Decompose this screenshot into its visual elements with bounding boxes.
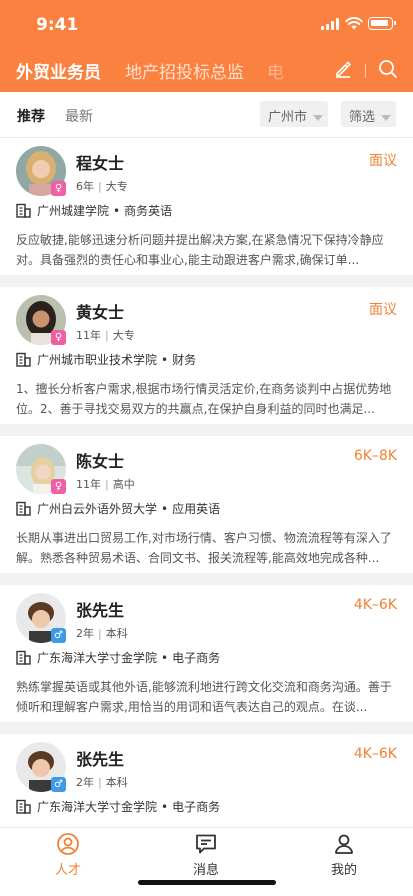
- candidate-description: 长期从事进出口贸易工作,对市场行情、客户习惯、物流流程等有深入了解。熟悉各种贸易…: [16, 531, 392, 565]
- school-name: 广州城市职业技术学院: [37, 353, 158, 367]
- school-name: 广州城建学院: [37, 204, 110, 218]
- candidate-meta: 2年 | 本科: [76, 776, 128, 789]
- school-name: 广州白云外语外贸大学: [37, 502, 158, 516]
- candidate-card[interactable]: ♀ 程女士 面议 6年 | 大专 广州城建学院 • 商务英语 反应敏捷,能够迅速分析问题…: [0, 138, 413, 275]
- edit-icon[interactable]: [334, 60, 352, 78]
- bottom-tab-bar: 人才 消息 我的: [0, 827, 413, 896]
- experience-years: 2年: [76, 776, 94, 789]
- school-row: 广东海洋大学寸金学院 • 电子商务: [16, 798, 220, 815]
- candidate-name: 程女士: [76, 154, 125, 173]
- tab-profile[interactable]: 我的: [314, 832, 374, 878]
- tab-messages-label: 消息: [192, 863, 219, 878]
- tab-fade-overlay: [250, 52, 320, 88]
- experience-years: 2年: [76, 627, 94, 640]
- candidate-card[interactable]: ♀ 陈女士 6K–8K 11年 | 高中 广州白云外语外贸大学 • 应用英语 长期从事进…: [0, 436, 413, 573]
- status-bar: 9:41: [0, 0, 413, 50]
- caret-down-icon: [313, 114, 324, 121]
- search-icon[interactable]: [378, 59, 398, 79]
- tab-talent-label: 人才: [54, 863, 81, 878]
- education-level: 高中: [112, 478, 135, 491]
- tab-talent[interactable]: 人才: [38, 832, 98, 878]
- caret-down-icon: [381, 114, 392, 121]
- school-row: 广东海洋大学寸金学院 • 电子商务: [16, 649, 220, 666]
- building-icon: [16, 650, 31, 665]
- candidate-name: 黄女士: [76, 303, 125, 322]
- city-label: 广州市: [268, 110, 308, 125]
- salary-label: 6K–8K: [353, 448, 397, 464]
- tab-profile-label: 我的: [330, 863, 357, 878]
- school-name: 广东海洋大学寸金学院: [37, 800, 158, 814]
- filter-label: 筛选: [349, 110, 376, 125]
- candidate-card[interactable]: ♂ 张先生 4K–6K 2年 | 本科 广东海洋大学寸金学院 • 电子商务 熟练掌握英语…: [0, 585, 413, 722]
- tab-messages[interactable]: 消息: [176, 832, 236, 878]
- female-icon: ♀: [51, 330, 66, 345]
- city-dropdown[interactable]: 广州市: [260, 101, 328, 127]
- female-icon: ♀: [51, 479, 66, 494]
- female-icon: ♀: [51, 181, 66, 196]
- candidate-card[interactable]: ♀ 黄女士 面议 11年 | 大专 广州城市职业技术学院 • 财务 1、擅长分析客户需求…: [0, 287, 413, 424]
- education-level: 本科: [105, 627, 128, 640]
- tab-job-1[interactable]: 地产招投标总监: [125, 58, 244, 83]
- candidate-meta: 2年 | 本科: [76, 627, 128, 640]
- filter-bar: 推荐 最新 广州市 筛选: [0, 92, 413, 138]
- candidate-meta: 11年 | 高中: [76, 478, 135, 491]
- building-icon: [16, 501, 31, 516]
- male-icon: ♂: [51, 777, 66, 792]
- building-icon: [16, 799, 31, 814]
- education-level: 大专: [112, 329, 135, 342]
- major-name: 电子商务: [172, 651, 221, 665]
- signal-icon: [321, 18, 339, 30]
- candidate-name: 张先生: [76, 601, 125, 620]
- filter-dropdown[interactable]: 筛选: [341, 101, 396, 127]
- major-name: 财务: [172, 353, 197, 367]
- candidate-description: 反应敏捷,能够迅速分析问题并提出解决方案,在紧急情况下保持冷静应对。具备强烈的责…: [16, 233, 384, 267]
- candidate-meta: 6年 | 大专: [76, 180, 128, 193]
- experience-years: 11年: [76, 478, 101, 491]
- candidate-name: 张先生: [76, 750, 125, 769]
- experience-years: 11年: [76, 329, 101, 342]
- wifi-icon: [345, 17, 363, 30]
- profile-icon: [335, 834, 353, 854]
- experience-years: 6年: [76, 180, 94, 193]
- candidate-meta: 11年 | 大专: [76, 329, 135, 342]
- school-row: 广州白云外语外贸大学 • 应用英语: [16, 500, 220, 517]
- job-tab-bar: 外贸业务员 地产招投标总监 电: [0, 52, 413, 88]
- candidate-description: 1、擅长分析客户需求,根据市场行情灵活定价,在商务谈判中占据优势地位。2、善于寻…: [16, 382, 392, 416]
- major-name: 商务英语: [124, 204, 173, 218]
- status-time: 9:41: [36, 15, 79, 35]
- major-name: 应用英语: [172, 502, 221, 516]
- major-name: 电子商务: [172, 800, 221, 814]
- salary-label: 面议: [369, 153, 397, 169]
- school-name: 广东海洋大学寸金学院: [37, 651, 158, 665]
- tab-recommended[interactable]: 推荐: [17, 106, 45, 126]
- education-level: 大专: [105, 180, 128, 193]
- school-row: 广州城市职业技术学院 • 财务: [16, 351, 196, 368]
- battery-icon: [368, 17, 396, 30]
- header-divider: [365, 64, 366, 78]
- tab-latest[interactable]: 最新: [65, 106, 93, 126]
- candidate-name: 陈女士: [76, 452, 125, 471]
- salary-label: 4K–6K: [353, 597, 397, 613]
- tab-job-0[interactable]: 外贸业务员: [16, 58, 101, 83]
- school-row: 广州城建学院 • 商务英语: [16, 202, 172, 219]
- salary-label: 面议: [369, 302, 397, 318]
- home-indicator: [138, 880, 276, 885]
- candidate-description: 熟练掌握英语或其他外语,能够流利地进行跨文化交流和商务沟通。善于倾听和理解客户需…: [16, 680, 392, 714]
- building-icon: [16, 352, 31, 367]
- talent-icon: [57, 833, 79, 855]
- salary-label: 4K–6K: [353, 746, 397, 762]
- education-level: 本科: [105, 776, 128, 789]
- male-icon: ♂: [51, 628, 66, 643]
- top-header: 9:41 外贸业务员 地产招投标总监 电: [0, 0, 413, 92]
- message-icon: [196, 834, 216, 854]
- building-icon: [16, 203, 31, 218]
